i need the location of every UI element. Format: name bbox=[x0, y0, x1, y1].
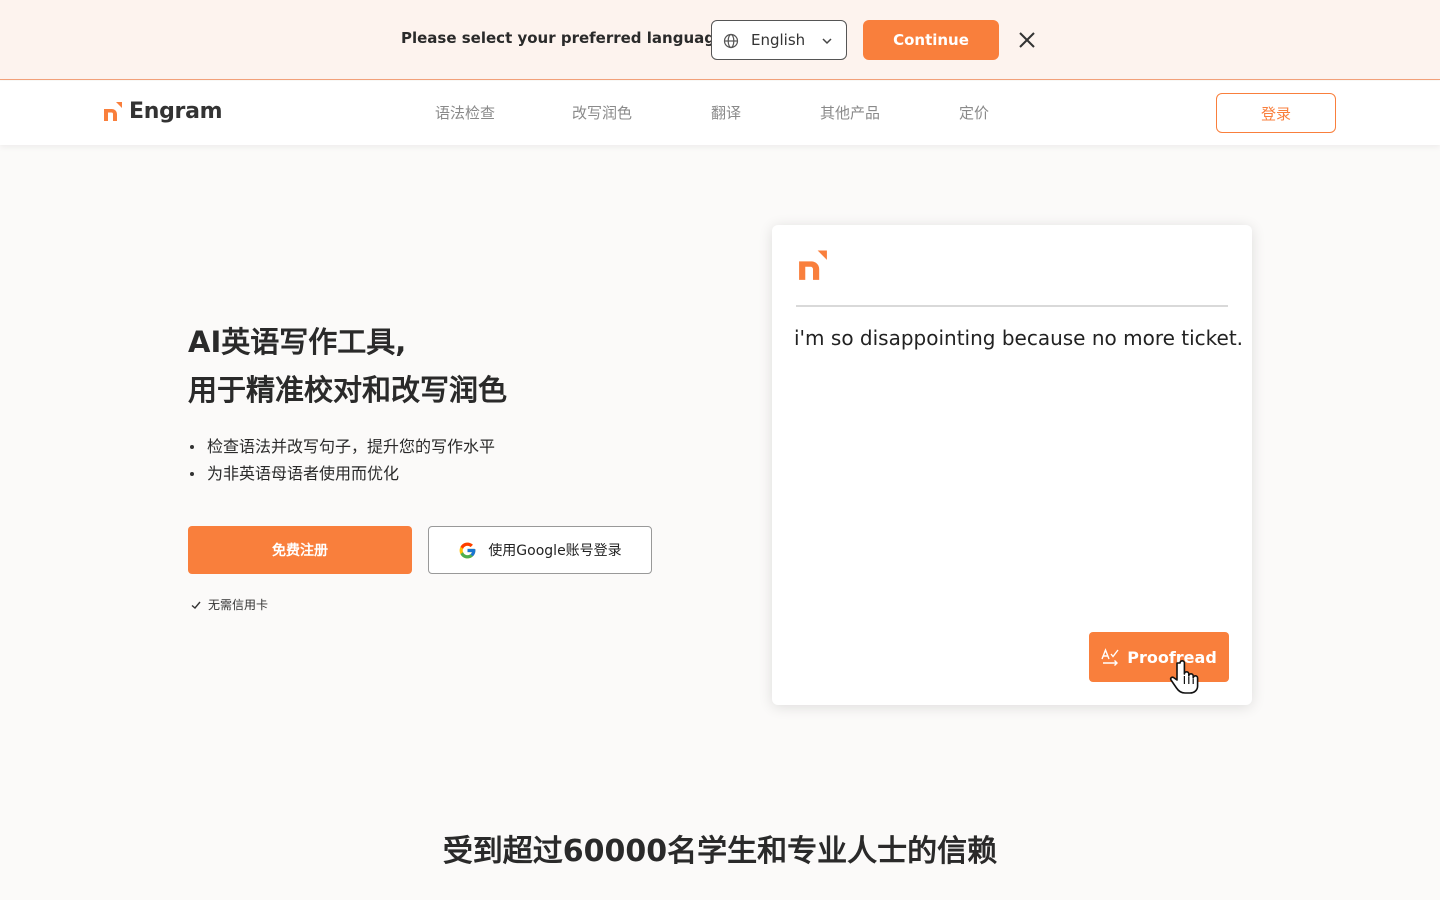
globe-icon bbox=[723, 33, 739, 49]
engram-logo-icon bbox=[799, 250, 827, 280]
feature-item: 为非英语母语者使用而优化 bbox=[188, 460, 495, 487]
trust-heading: 受到超过60000名学生和专业人士的信赖 bbox=[442, 834, 998, 869]
language-prompt: Please select your preferred language. bbox=[401, 29, 731, 47]
navbar: Engram 语法检查 改写润色 翻译 其他产品 定价 登录 bbox=[0, 81, 1440, 145]
card-divider bbox=[796, 305, 1228, 307]
hero-title: AI英语写作工具, 用于精准校对和改写润色 bbox=[188, 318, 507, 414]
hero-title-line-2: 用于精准校对和改写润色 bbox=[188, 373, 508, 407]
google-login-label: 使用Google账号登录 bbox=[488, 543, 622, 559]
brand-name: Engram bbox=[129, 99, 223, 124]
google-login-button[interactable]: 使用Google账号登录 bbox=[428, 526, 652, 574]
demo-card: i'm so disappointing because no more tic… bbox=[772, 225, 1252, 705]
login-button[interactable]: 登录 bbox=[1216, 93, 1336, 133]
nav-item-other-products[interactable]: 其他产品 bbox=[820, 102, 880, 123]
continue-button[interactable]: Continue bbox=[863, 20, 999, 60]
close-icon[interactable] bbox=[1016, 29, 1038, 51]
chevron-down-icon bbox=[822, 38, 832, 45]
language-select-value: English bbox=[751, 31, 806, 49]
hand-cursor-icon bbox=[1169, 660, 1199, 694]
nav-item-grammar-check[interactable]: 语法检查 bbox=[435, 102, 495, 123]
language-banner: Please select your preferred language. E… bbox=[0, 0, 1440, 80]
nav-item-translate[interactable]: 翻译 bbox=[711, 102, 741, 123]
brand-logo[interactable]: Engram bbox=[103, 99, 223, 124]
proofread-icon bbox=[1101, 648, 1119, 666]
no-credit-card-note: 无需信用卡 bbox=[190, 596, 268, 613]
no-credit-card-text: 无需信用卡 bbox=[208, 598, 269, 612]
engram-logo-icon bbox=[104, 101, 122, 121]
language-select[interactable]: English bbox=[711, 20, 847, 60]
feature-item: 检查语法并改写句子，提升您的写作水平 bbox=[188, 433, 495, 460]
hero-title-line-1: AI英语写作工具, bbox=[188, 325, 407, 359]
demo-text-input[interactable]: i'm so disappointing because no more tic… bbox=[794, 326, 1243, 350]
google-icon bbox=[459, 542, 476, 558]
proofread-button[interactable]: Proofread bbox=[1089, 632, 1229, 682]
check-icon bbox=[191, 601, 201, 609]
nav-item-rewrite[interactable]: 改写润色 bbox=[572, 102, 632, 123]
nav-item-pricing[interactable]: 定价 bbox=[959, 102, 989, 123]
signup-button[interactable]: 免费注册 bbox=[188, 526, 412, 574]
feature-list: 检查语法并改写句子，提升您的写作水平 为非英语母语者使用而优化 bbox=[188, 433, 495, 487]
